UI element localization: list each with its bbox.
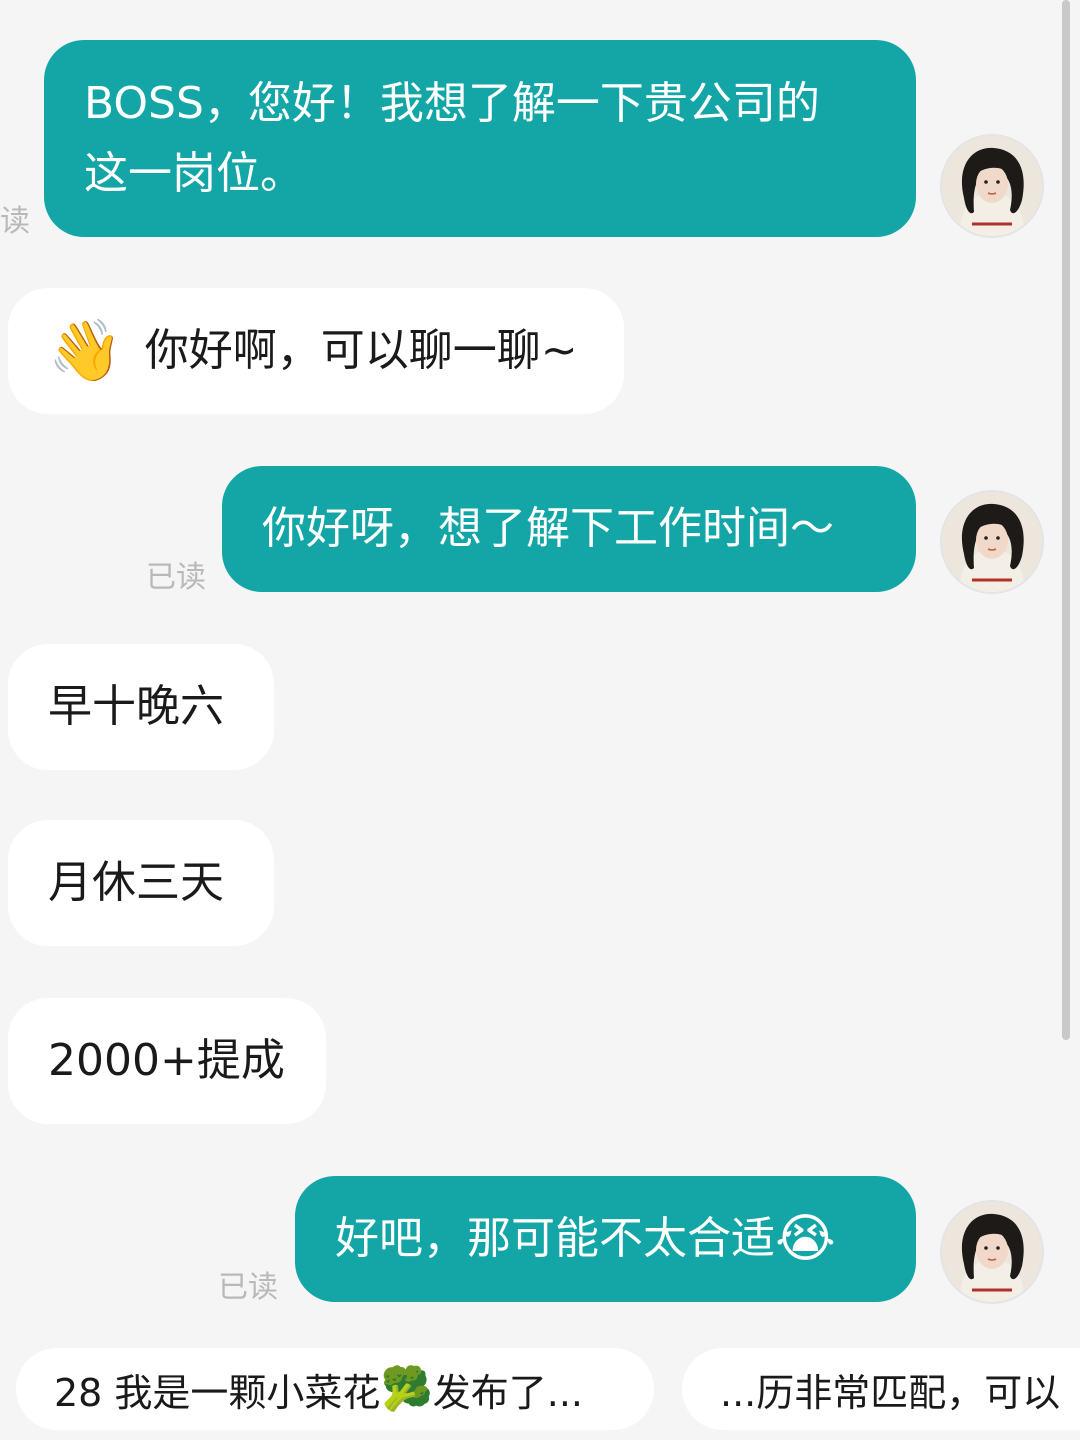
message-text: 月休三天 [48, 857, 224, 908]
outgoing-message-bubble[interactable]: 你好呀，想了解下工作时间～ [222, 466, 916, 592]
message-text: 你好啊，可以聊一聊~ [144, 325, 578, 376]
message-text: 你好呀，想了解下工作时间～ [262, 503, 834, 554]
message-text: 早十晚六 [48, 681, 224, 732]
incoming-message-bubble[interactable]: 月休三天 [8, 820, 274, 946]
message-text-line: BOSS，您好！我想了解一下贵公司的 [84, 77, 820, 129]
message-text: 好吧，那可能不太合适 [335, 1213, 775, 1264]
message-text-line: 这一岗位。 [84, 147, 304, 199]
suggestion-chip[interactable]: ...历非常匹配，可以 [682, 1348, 1080, 1430]
read-receipt: 读 [0, 204, 30, 239]
scrollbar[interactable] [1062, 0, 1070, 1040]
incoming-message-bubble[interactable]: 👋 你好啊，可以聊一聊~ [8, 288, 624, 414]
chip-text: ...历非常匹配，可以 [720, 1370, 1061, 1415]
outgoing-message-bubble[interactable]: BOSS，您好！我想了解一下贵公司的 这一岗位。 [44, 40, 916, 237]
user-avatar-icon[interactable] [940, 134, 1044, 238]
chip-text: 28 我是一颗小菜花 [54, 1370, 381, 1415]
user-avatar-icon[interactable] [940, 490, 1044, 594]
read-receipt: 已读 [218, 1270, 278, 1305]
incoming-message-bubble[interactable]: 早十晚六 [8, 644, 274, 770]
crying-face-icon: 😭 [775, 1209, 836, 1269]
user-avatar-icon[interactable] [940, 1200, 1044, 1304]
suggestion-chip[interactable]: 28 我是一颗小菜花 🥦 发布了... [16, 1348, 654, 1430]
read-receipt: 已读 [146, 560, 206, 595]
broccoli-icon: 🥦 [380, 1364, 433, 1413]
waving-hand-icon: 👋 [48, 316, 123, 386]
outgoing-message-bubble[interactable]: 好吧，那可能不太合适 😭 [295, 1176, 916, 1302]
message-text: 2000+提成 [48, 1035, 285, 1086]
chat-screen: 读 BOSS，您好！我想了解一下贵公司的 这一岗位。 👋 你好啊，可以聊一聊~ … [0, 0, 1080, 1440]
chip-text: 发布了... [432, 1370, 583, 1415]
incoming-message-bubble[interactable]: 2000+提成 [8, 998, 326, 1124]
